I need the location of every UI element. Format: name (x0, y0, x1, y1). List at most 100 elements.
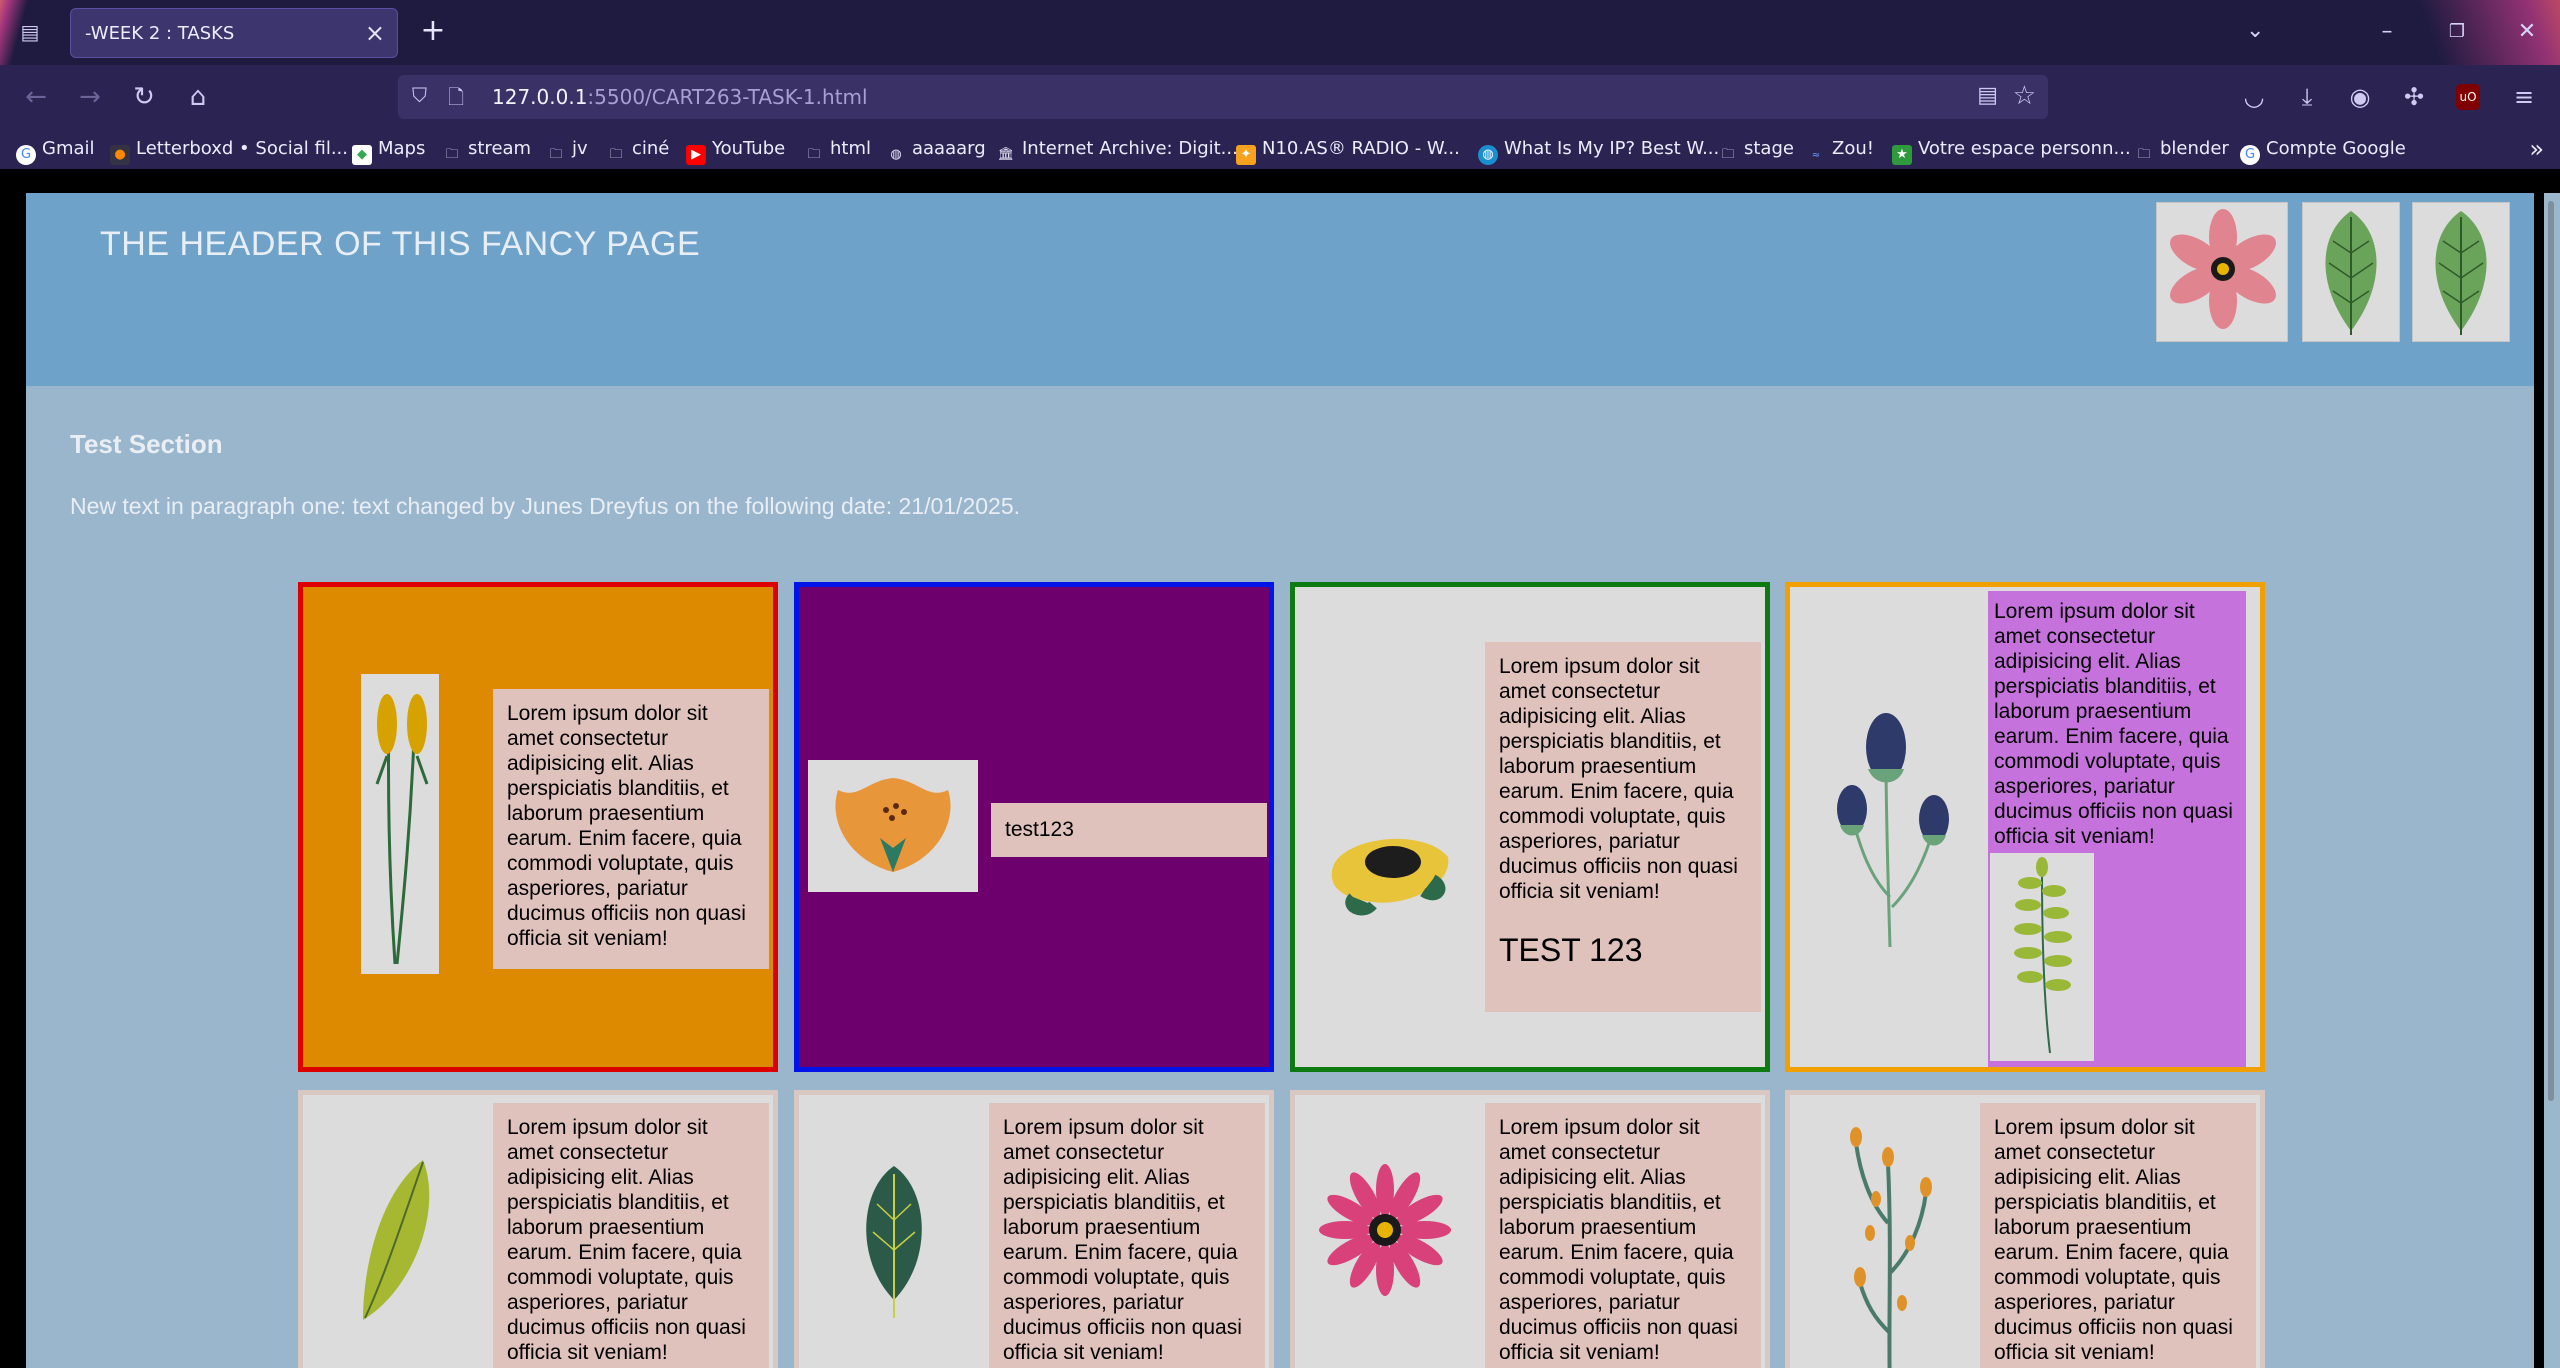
bookmark-label: Votre espace personn... (1918, 138, 2131, 159)
url-host: 127.0.0.1 (492, 85, 588, 109)
back-arrow-icon[interactable]: ← (18, 79, 54, 115)
folder-icon: 🗀 (2137, 147, 2151, 162)
chevron-down-icon[interactable]: ⌄ (2246, 18, 2264, 43)
letterboxd-icon: ● (110, 145, 130, 165)
more-bookmarks-icon[interactable]: » (2529, 135, 2544, 163)
bookmark-maps[interactable]: ◆ Maps (352, 135, 425, 165)
bookmark-letterboxd[interactable]: ● Letterboxd • Social fil... (110, 135, 348, 165)
card-text-block: Lorem ipsum dolor sit amet consectetur a… (1485, 642, 1761, 1012)
close-tab-icon[interactable]: × (365, 19, 385, 47)
account-icon[interactable]: ◉ (2344, 81, 2376, 113)
folder-icon: 🗀 (1721, 147, 1735, 162)
section-paragraph: New text in paragraph one: text changed … (70, 493, 1021, 519)
card-grey-green: Lorem ipsum dolor sit amet consectetur a… (1290, 582, 1770, 1072)
bookmark-label: Zou! (1832, 138, 1874, 159)
ublock-icon[interactable]: uO (2456, 84, 2480, 110)
bookmark-folder-cine[interactable]: 🗀 ciné (606, 135, 669, 163)
olive-leaf-image (363, 1160, 430, 1320)
card-text: Lorem ipsum dolor sit amet consectetur a… (1485, 1103, 1761, 1368)
thistle-flower-image (1837, 713, 1949, 948)
reader-view-icon[interactable]: ▤ (1977, 83, 1998, 108)
card-heading: TEST 123 (1499, 932, 1643, 968)
card-row2-4: Lorem ipsum dolor sit amet consectetur a… (1785, 1090, 2265, 1368)
dark-leaf-image (866, 1166, 922, 1318)
bookmark-label: stage (1744, 138, 1794, 159)
bookmark-label: Compte Google (2266, 138, 2406, 159)
globe-icon: ◍ (890, 147, 902, 162)
bookmark-star-icon[interactable]: ☆ (2013, 81, 2036, 111)
bookmark-folder-stream[interactable]: 🗀 stream (442, 135, 531, 163)
orange-flower-image (808, 760, 978, 892)
page-icon[interactable]: 🗋 (448, 83, 470, 111)
scrollbar-thumb[interactable] (2548, 201, 2554, 1101)
card-purple: test123 (794, 582, 1274, 1072)
restore-icon[interactable]: ❐ (2437, 14, 2477, 50)
folder-icon: 🗀 (609, 147, 623, 162)
menu-icon[interactable]: ≡ (2508, 81, 2540, 113)
bookmark-label: aaaaarg (912, 138, 986, 159)
bookmark-gmail[interactable]: G Gmail (16, 135, 95, 165)
bookmark-what-is-my-ip[interactable]: ◍ What Is My IP? Best W... (1478, 135, 1720, 165)
star-badge-icon: ★ (1892, 145, 1912, 165)
pink-daisy-image (1319, 1164, 1451, 1296)
bookmark-label: ciné (632, 138, 670, 159)
folder-icon: 🗀 (549, 147, 563, 162)
maps-icon: ◆ (352, 145, 372, 165)
youtube-icon: ▶ (686, 145, 706, 165)
downloads-icon[interactable]: ⤓ (2291, 81, 2323, 113)
green-leaf-image (2412, 202, 2510, 342)
bookmark-label: N10.AS® RADIO - W... (1262, 138, 1460, 159)
url-path: :5500/CART263-TASK-1.html (587, 85, 868, 109)
reload-icon[interactable]: ↻ (126, 79, 162, 115)
pocket-icon[interactable]: ◡ (2238, 81, 2270, 113)
address-bar[interactable]: ⛉ 🗋 127.0.0.1:5500/CART263-TASK-1.html ▤… (398, 75, 2048, 119)
shield-icon[interactable]: ⛉ (412, 83, 436, 111)
zou-icon: ≈ (1811, 150, 1821, 161)
bookmark-label: Gmail (42, 138, 95, 159)
yellow-bud-plant-image (361, 674, 439, 974)
firefox-view-icon[interactable]: ▤ (16, 20, 44, 44)
card-orange: Lorem ipsum dolor sit amet consectetur a… (298, 582, 778, 1072)
bookmark-label: What Is My IP? Best W... (1504, 138, 1720, 159)
bookmark-internet-archive[interactable]: 🏛 Internet Archive: Digit... (996, 135, 1238, 163)
folder-icon: 🗀 (807, 147, 821, 162)
bookmark-label: stream (468, 138, 532, 159)
archive-icon: 🏛 (997, 147, 1015, 162)
bookmark-n10as-radio[interactable]: ✦ N10.AS® RADIO - W... (1236, 135, 1460, 165)
new-tab-button[interactable]: + (418, 15, 448, 47)
tab-active[interactable]: -WEEK 2 : TASKS × (70, 8, 398, 58)
extensions-icon[interactable]: ✣ (2398, 81, 2430, 113)
radio-icon: ✦ (1236, 145, 1256, 165)
bookmark-youtube[interactable]: ▶ YouTube (686, 135, 786, 165)
web-page: THE HEADER OF THIS FANCY PAGE Test Secti… (26, 193, 2534, 1368)
google-icon: G (2240, 145, 2260, 165)
page-scrollbar[interactable] (2544, 193, 2560, 1368)
bookmark-aaaaarg[interactable]: ◍ aaaaarg (886, 135, 986, 163)
home-icon[interactable]: ⌂ (180, 79, 216, 115)
card-text: Lorem ipsum dolor sit amet consectetur a… (1980, 1103, 2256, 1368)
bookmark-label: jv (572, 138, 588, 159)
bookmark-folder-html[interactable]: 🗀 html (804, 135, 871, 163)
url-text[interactable]: 127.0.0.1:5500/CART263-TASK-1.html (492, 85, 868, 109)
test-input[interactable]: test123 (991, 803, 1267, 857)
card-row2-3: Lorem ipsum dolor sit amet consectetur a… (1290, 1090, 1770, 1368)
bookmark-espace-personnel[interactable]: ★ Votre espace personn... (1892, 135, 2131, 165)
card-grey-orange: Lorem ipsum dolor sit amet consectetur a… (1785, 582, 2265, 1072)
bookmark-folder-blender[interactable]: 🗀 blender (2134, 135, 2228, 163)
bookmarks-toolbar: G Gmail ● Letterboxd • Social fil... ◆ Maps… (0, 127, 2560, 169)
yellow-rose-image (1331, 838, 1449, 916)
bookmark-label: Letterboxd • Social fil... (136, 138, 348, 159)
card-row2-1: Lorem ipsum dolor sit amet consectetur a… (298, 1090, 778, 1368)
card-row2-2: Lorem ipsum dolor sit amet consectetur a… (794, 1090, 1274, 1368)
bookmark-label: html (830, 138, 872, 159)
bookmark-folder-stage[interactable]: 🗀 stage (1718, 135, 1794, 163)
card-text-block-purple: Lorem ipsum dolor sit amet consectetur a… (1988, 591, 2246, 1067)
close-window-icon[interactable]: ✕ (2507, 14, 2547, 50)
bookmark-compte-google[interactable]: G Compte Google (2240, 135, 2406, 165)
forward-arrow-icon[interactable]: → (72, 79, 108, 115)
bookmark-label: YouTube (712, 138, 786, 159)
minimize-icon[interactable]: – (2367, 14, 2407, 50)
bookmark-zou[interactable]: ≈ Zou! (1806, 135, 1874, 163)
bookmark-folder-jv[interactable]: 🗀 jv (546, 135, 588, 163)
card-text: Lorem ipsum dolor sit amet consectetur a… (989, 1103, 1265, 1368)
